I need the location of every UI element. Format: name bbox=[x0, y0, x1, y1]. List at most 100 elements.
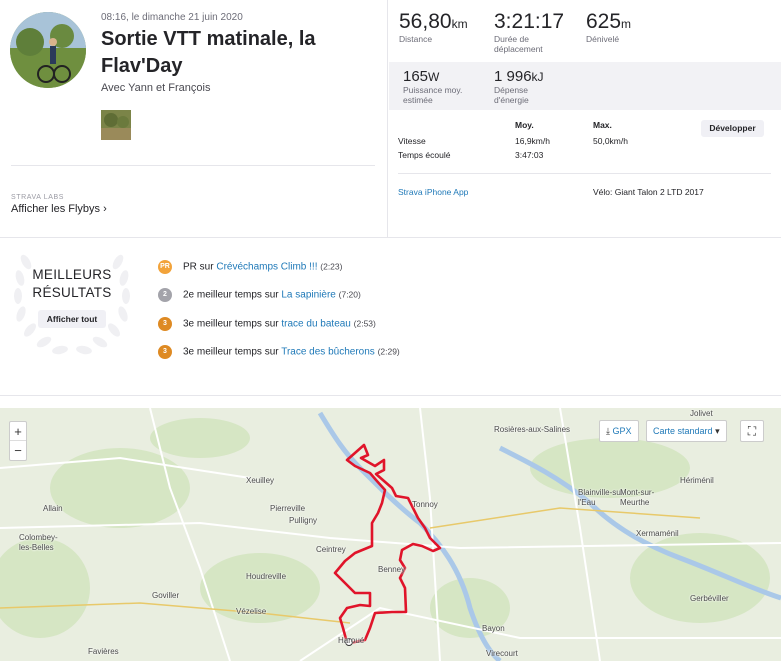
elevation-unit: m bbox=[621, 17, 632, 31]
pr-medal-icon: PR bbox=[158, 260, 172, 274]
map-label: Colombey-les-Belles bbox=[19, 533, 58, 552]
segment-time: (7:20) bbox=[338, 289, 361, 300]
moving-time-label: Durée de déplacement bbox=[494, 34, 543, 54]
map-label: Haroué bbox=[338, 636, 365, 645]
expand-button[interactable]: Développer bbox=[701, 120, 764, 137]
map-label: Tonnoy bbox=[412, 500, 438, 509]
device-link[interactable]: Strava iPhone App bbox=[398, 187, 468, 197]
achievement-text: 3e meilleur temps sur bbox=[183, 346, 282, 358]
map-label: Vézelise bbox=[236, 607, 267, 616]
achievement-item: 2 2e meilleur temps sur La sapinière (7:2… bbox=[158, 288, 361, 302]
distance-label: Distance bbox=[399, 34, 433, 44]
power-label: Puissance moy. estimée bbox=[403, 85, 463, 105]
fullscreen-icon: ⛶ bbox=[747, 424, 757, 438]
segment-link[interactable]: La sapinière bbox=[281, 290, 335, 301]
achievements-title-line: MEILLEURS bbox=[32, 267, 112, 282]
bronze-medal-icon: 3 bbox=[158, 345, 172, 359]
activity-companions: Avec Yann et François bbox=[101, 82, 211, 94]
map-label: Hériménil bbox=[680, 476, 714, 485]
stat-energy: 1 996kJ Dépense d'énergie bbox=[494, 68, 564, 105]
distance-value: 56,80 bbox=[399, 10, 452, 33]
chevron-down-icon: ▾ bbox=[715, 426, 720, 436]
map-label: Bayon bbox=[482, 624, 505, 633]
show-all-button[interactable]: Afficher tout bbox=[38, 310, 106, 328]
achievements-title: MEILLEURS RÉSULTATS bbox=[22, 266, 122, 302]
energy-label: Dépense d'énergie bbox=[494, 85, 529, 105]
bike-info: Vélo: Giant Talon 2 LTD 2017 bbox=[593, 187, 704, 197]
energy-value: 1 996 bbox=[494, 68, 532, 85]
map-label: Xermaménil bbox=[636, 529, 679, 538]
map-label: Blainville-sur-l'Eau bbox=[578, 488, 627, 507]
row-max: 50,0km/h bbox=[593, 136, 628, 146]
row-label: Vitesse bbox=[398, 136, 426, 146]
silver-medal-icon: 2 bbox=[158, 288, 172, 302]
activity-title: Sortie VTT matinale, la Flav'Day bbox=[101, 28, 316, 77]
avatar[interactable] bbox=[10, 12, 86, 88]
stat-distance: 56,80km Distance bbox=[399, 10, 468, 44]
secondary-stats: 165W Puissance moy. estimée 1 996kJ Dépe… bbox=[389, 62, 781, 110]
map-type-label: Carte standard bbox=[653, 426, 713, 436]
map-label: Favières bbox=[88, 647, 119, 656]
activity-header: 08:16, le dimanche 21 juin 2020 Sortie V… bbox=[0, 0, 781, 238]
stats-panel: 56,80km Distance 3:21:17 Durée de déplac… bbox=[389, 0, 781, 237]
segment-link[interactable]: Crévéchamps Climb !!! bbox=[216, 262, 317, 273]
map-label: Pierreville bbox=[270, 504, 306, 513]
achievement-item: PR PR sur Crévéchamps Climb !!! (2:23) bbox=[158, 260, 342, 274]
row-label: Temps écoulé bbox=[398, 150, 451, 160]
map-label: Houdreville bbox=[246, 572, 287, 581]
achievement-text: PR sur bbox=[183, 261, 217, 273]
achievements-title-line: RÉSULTATS bbox=[32, 285, 112, 300]
download-icon: ⤓ bbox=[606, 426, 610, 436]
stat-moving-time: 3:21:17 Durée de déplacement bbox=[494, 10, 574, 54]
achievement-item: 3 3e meilleur temps sur trace du bateau (… bbox=[158, 317, 376, 331]
moving-time-value: 3:21:17 bbox=[494, 10, 565, 33]
distance-unit: km bbox=[451, 17, 468, 31]
stat-elevation: 625m Dénivelé bbox=[586, 10, 631, 44]
map-label: Mont-sur-Meurthe bbox=[620, 488, 655, 507]
achievement-item: 3 3e meilleur temps sur Trace des bûchero… bbox=[158, 345, 400, 359]
route-map[interactable]: Jolivet Rosières-aux-Salines Xeuilley Al… bbox=[0, 408, 781, 661]
map-label: Virecourt bbox=[486, 649, 518, 658]
zoom-in-button[interactable]: + bbox=[10, 422, 26, 441]
activity-datetime: 08:16, le dimanche 21 juin 2020 bbox=[101, 12, 243, 23]
divider bbox=[398, 173, 771, 174]
achievement-text: 3e meilleur temps sur bbox=[183, 318, 282, 330]
divider bbox=[11, 165, 375, 166]
map-label: Rosières-aux-Salines bbox=[494, 425, 571, 434]
zoom-out-button[interactable]: − bbox=[10, 441, 26, 460]
segment-time: (2:29) bbox=[377, 346, 400, 357]
map-label: Jolivet bbox=[690, 409, 713, 418]
elevation-value: 625 bbox=[586, 10, 622, 33]
map-label: Gerbéviller bbox=[690, 594, 729, 603]
map-label: Allain bbox=[43, 504, 63, 513]
elevation-label: Dénivelé bbox=[586, 34, 620, 44]
power-value: 165 bbox=[403, 68, 429, 85]
segment-link[interactable]: trace du bateau bbox=[281, 319, 351, 330]
segment-time: (2:53) bbox=[353, 318, 376, 329]
column-avg: Moy. bbox=[515, 120, 534, 130]
segment-time: (2:23) bbox=[320, 261, 343, 272]
fullscreen-button[interactable]: ⛶ bbox=[740, 420, 764, 442]
activity-summary: 08:16, le dimanche 21 juin 2020 Sortie V… bbox=[0, 0, 388, 237]
power-unit: W bbox=[428, 70, 440, 84]
zoom-control: + − bbox=[9, 421, 27, 461]
energy-unit: kJ bbox=[531, 70, 544, 84]
map-label: Ceintrey bbox=[316, 545, 346, 554]
row-avg: 3:47:03 bbox=[515, 150, 544, 160]
achievement-text: 2e meilleur temps sur bbox=[183, 289, 282, 301]
map-label: Benney bbox=[378, 565, 406, 574]
map-label: Xeuilley bbox=[246, 476, 275, 485]
achievements-section: MEILLEURS RÉSULTATS Afficher tout PR PR s… bbox=[0, 238, 781, 396]
map-label: Goviller bbox=[152, 591, 180, 600]
map-label: Pulligny bbox=[289, 516, 318, 525]
gpx-download-button[interactable]: ⤓ GPX bbox=[599, 420, 639, 442]
photo-thumbnail[interactable] bbox=[101, 110, 131, 140]
row-avg: 16,9km/h bbox=[515, 136, 550, 146]
map-type-select[interactable]: Carte standard ▾ bbox=[646, 420, 727, 442]
flyby-link[interactable]: Afficher les Flybys › bbox=[11, 203, 107, 215]
column-max: Max. bbox=[593, 120, 612, 130]
gpx-label: GPX bbox=[612, 426, 632, 436]
strava-labs-caption: STRAVA LABS bbox=[11, 194, 65, 201]
segment-link[interactable]: Trace des bûcherons bbox=[281, 347, 375, 358]
stat-power: 165W Puissance moy. estimée bbox=[403, 68, 483, 105]
